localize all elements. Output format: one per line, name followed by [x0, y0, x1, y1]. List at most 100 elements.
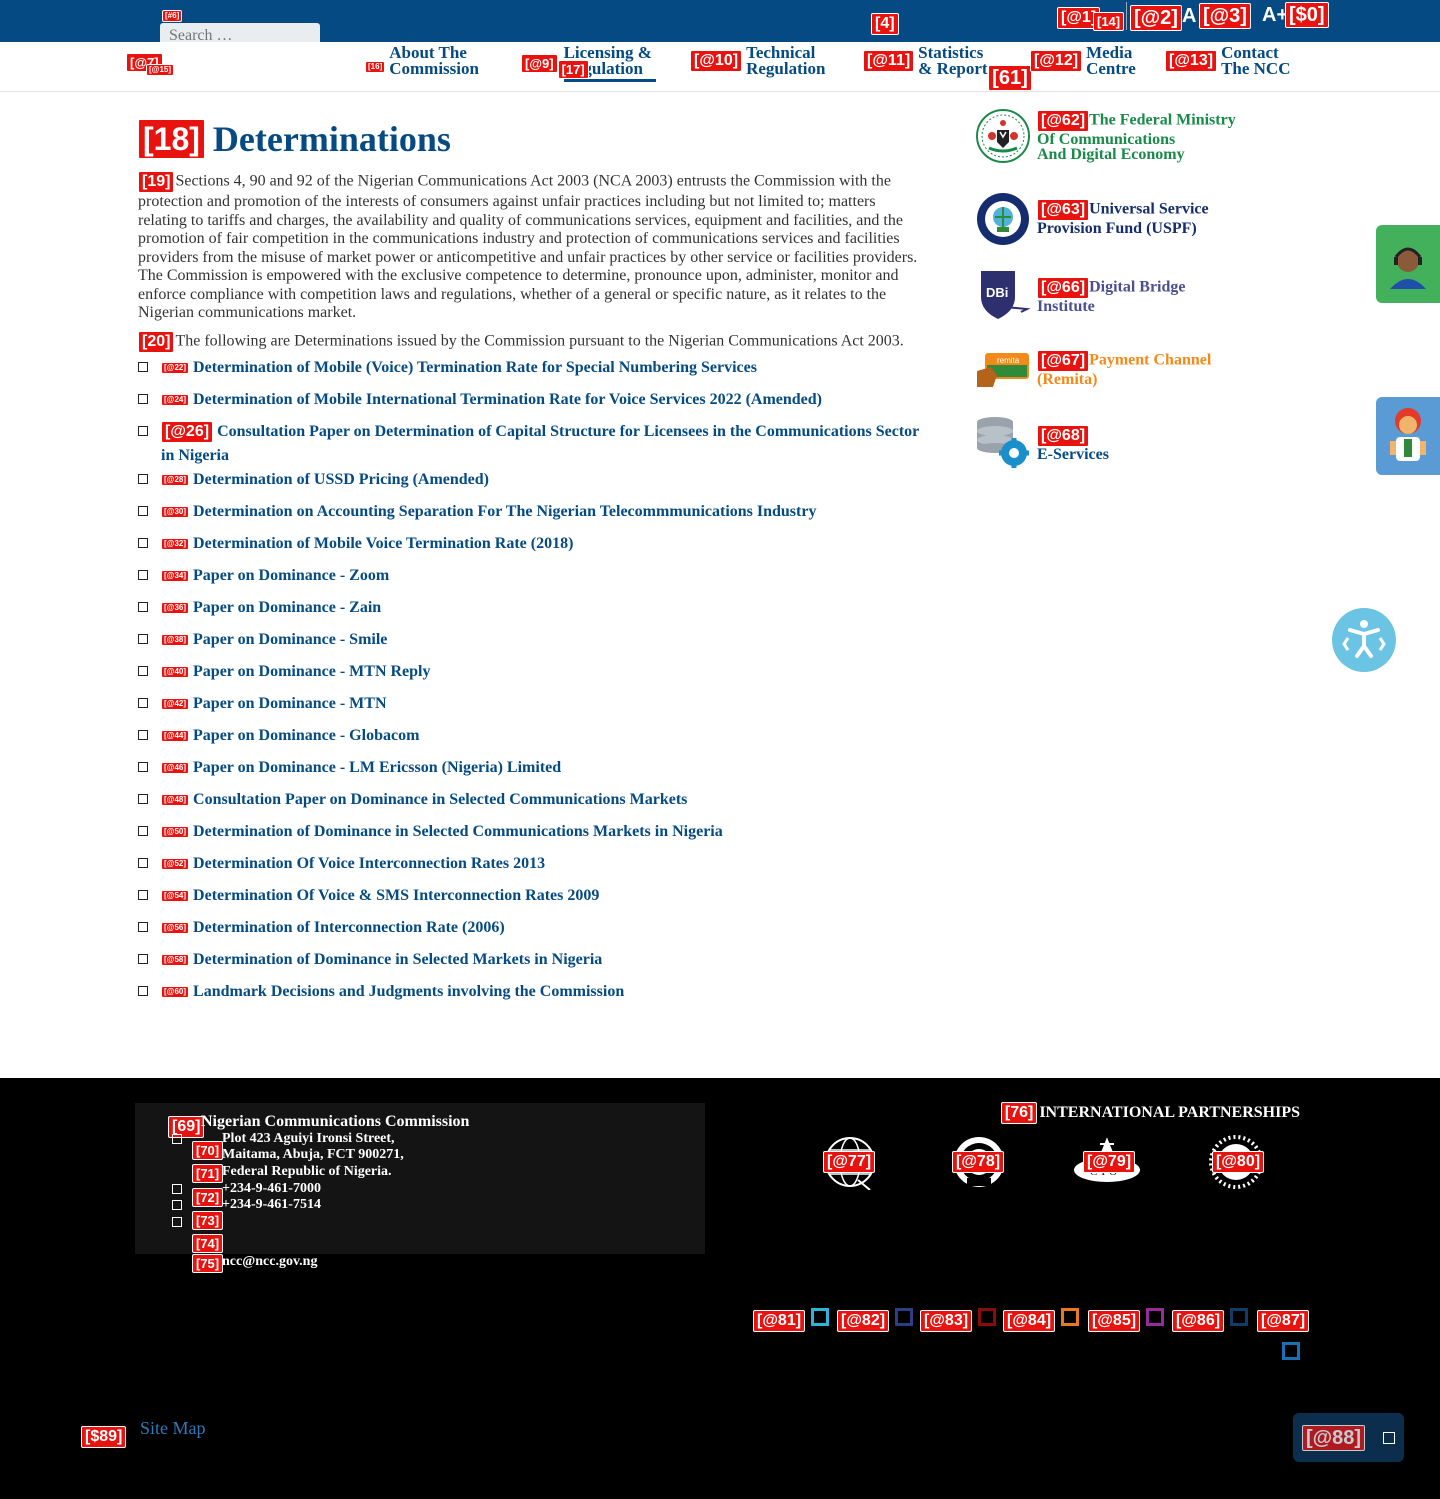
determination-link[interactable]: [@24] Determination of Mobile Internation…: [161, 388, 822, 412]
partner-itu-tag: [@77]: [823, 1151, 876, 1173]
determination-tag: [@44]: [161, 730, 190, 743]
page-title: [18] Determinations: [138, 118, 451, 160]
determination-link[interactable]: [@32] Determination of Mobile Voice Termi…: [161, 532, 573, 556]
sidebar-remita-line1: Payment Channel: [1089, 351, 1212, 369]
back-to-top-button[interactable]: [@88]: [1293, 1413, 1404, 1462]
determination-tag: [@24]: [161, 394, 190, 407]
determination-link[interactable]: [@50] Determination of Dominance in Selec…: [161, 820, 723, 844]
sidebar-ministry-line3: And Digital Economy: [1037, 146, 1185, 163]
nav-technical[interactable]: [@10] Technical Regulation: [690, 44, 846, 77]
determination-link[interactable]: [@38] Paper on Dominance - Smile: [161, 628, 387, 652]
font-reset-button[interactable]: [@2]: [1130, 5, 1182, 31]
determination-link[interactable]: [@52] Determination Of Voice Interconnect…: [161, 852, 545, 876]
social-link[interactable]: [@82]: [837, 1308, 914, 1332]
sidebar-dbi-tag: [@66]: [1037, 277, 1090, 299]
bullet-icon: [138, 506, 148, 516]
bullet-icon: [138, 426, 148, 436]
determination-tag: [@58]: [161, 954, 190, 967]
nav-about[interactable]: [16] About The Commission: [365, 44, 499, 77]
determination-link[interactable]: [@26] Consultation Paper on Determination…: [161, 420, 928, 468]
sidebar-link-uspf[interactable]: [@63] Universal Service Provision Fund (U…: [975, 191, 1209, 247]
social-link[interactable]: [@83]: [920, 1308, 997, 1332]
sidebar-link-ministry[interactable]: [@62] The Federal Ministry Of Communicati…: [975, 108, 1236, 164]
accessibility-button[interactable]: [1332, 608, 1396, 672]
svg-text:DBi: DBi: [986, 285, 1008, 300]
partner-atu[interactable]: [@78]: [951, 1134, 1007, 1195]
determination-title: Paper on Dominance - LM Ericsson (Nigeri…: [193, 759, 562, 776]
nav-contact[interactable]: [@13] Contact The NCC: [1165, 44, 1311, 78]
footer-tag-74: [74]: [192, 1234, 224, 1253]
nav-media[interactable]: [@12] Media Centre: [1030, 44, 1156, 78]
social-link[interactable]: [@87]: [1257, 1310, 1310, 1332]
bullet-icon: [138, 474, 148, 484]
social-link-tag: [@82]: [837, 1310, 890, 1332]
determination-link[interactable]: [@36] Paper on Dominance - Zain: [161, 596, 381, 620]
sitemap-link[interactable]: Site Map: [140, 1418, 206, 1439]
determination-link[interactable]: [@48] Consultation Paper on Dominance in …: [161, 788, 687, 812]
partners-tag: [76]: [1000, 1102, 1038, 1124]
contrast-toggle[interactable]: [$0]: [1285, 2, 1329, 28]
determination-tag: [@52]: [161, 858, 190, 871]
social-link[interactable]: [@85]: [1088, 1308, 1165, 1332]
social-link[interactable]: [@84]: [1003, 1308, 1080, 1332]
sidebar-link-eservices[interactable]: [@68] E-Services: [975, 416, 1109, 472]
list-item: [@38] Paper on Dominance - Smile: [138, 628, 928, 660]
nav-licensing-tag: [@9]: [521, 54, 558, 73]
determination-link[interactable]: [@54] Determination Of Voice & SMS Interc…: [161, 884, 599, 908]
bullet-icon: [138, 538, 148, 548]
determination-link[interactable]: [@46] Paper on Dominance - LM Ericsson (N…: [161, 756, 561, 780]
determination-link[interactable]: [@34] Paper on Dominance - Zoom: [161, 564, 389, 588]
mascot-tab[interactable]: [1376, 397, 1440, 475]
determination-tag: [@54]: [161, 890, 190, 903]
sidebar-dbi-line1: Digital Bridge: [1089, 278, 1186, 296]
partners-title-text: INTERNATIONAL PARTNERSHIPS: [1039, 1104, 1300, 1121]
social-link-tag: [@86]: [1172, 1310, 1225, 1332]
nav-media-line2: Centre: [1086, 59, 1136, 78]
uspf-logo-icon: [977, 193, 1029, 245]
logo-tag-small: [@15]: [146, 64, 175, 76]
partner-cto[interactable]: C T O [@79]: [1072, 1134, 1142, 1195]
determination-link[interactable]: [@60] Landmark Decisions and Judgments in…: [161, 980, 624, 1004]
list-item: [@60] Landmark Decisions and Judgments in…: [138, 980, 928, 1012]
determination-link[interactable]: [@44] Paper on Dominance - Globacom: [161, 724, 419, 748]
determination-link[interactable]: [@28] Determination of USSD Pricing (Amen…: [161, 468, 489, 492]
social-link[interactable]: [@81]: [753, 1308, 830, 1332]
bullet-icon: [138, 394, 148, 404]
determination-link[interactable]: [@42] Paper on Dominance - MTN: [161, 692, 387, 716]
determination-link[interactable]: [@30] Determination on Accounting Separat…: [161, 500, 816, 524]
list-intro-text: The following are Determinations issued …: [175, 332, 904, 350]
determination-title: Determination of Mobile Voice Terminatio…: [193, 535, 574, 552]
font-increase-button[interactable]: [@3]: [1199, 3, 1251, 29]
partners-heading: [76] INTERNATIONAL PARTNERSHIPS: [1000, 1102, 1300, 1124]
nav-about-tag: [16]: [365, 61, 386, 73]
determination-title: Paper on Dominance - MTN: [193, 695, 387, 712]
determination-tag: [@30]: [161, 506, 190, 519]
nav-contact-line2: The NCC: [1221, 59, 1291, 78]
footer-phone-tag: [72]: [192, 1188, 224, 1207]
list-item: [@48] Consultation Paper on Dominance in …: [138, 788, 928, 820]
sidebar-link-dbi[interactable]: DBi [@66] Digital Bridge Institute: [975, 267, 1186, 323]
determination-link[interactable]: [@22] Determination of Mobile (Voice) Ter…: [161, 356, 757, 380]
back-to-top-tag: [@88]: [1301, 1424, 1366, 1451]
page-heading: Determinations: [212, 119, 451, 159]
determinations-list: [@22] Determination of Mobile (Voice) Ter…: [138, 356, 928, 1012]
determination-link[interactable]: [@58] Determination of Dominance in Selec…: [161, 948, 602, 972]
accessibility-icon: [1342, 620, 1386, 658]
footer-email-link[interactable]: ncc@ncc.gov.ng: [222, 1254, 317, 1270]
determination-title: Consultation Paper on Determination of C…: [161, 423, 919, 464]
intro-tag: [19]: [138, 171, 175, 193]
social-icon: [811, 1308, 830, 1326]
social-icon[interactable]: [1282, 1342, 1300, 1360]
bullet-icon: [138, 922, 148, 932]
social-link[interactable]: [@86]: [1172, 1308, 1249, 1332]
nav-licensing[interactable]: [@9] Licensing & Regulation [17]: [521, 44, 656, 82]
sidebar-link-remita[interactable]: remita [@67] Payment Channel (Remita): [975, 345, 1211, 401]
determination-link[interactable]: [@56] Determination of Interconnection Ra…: [161, 916, 505, 940]
database-gear-icon: [977, 417, 1029, 468]
nav-statistics[interactable]: [@11] Statistics & Reports [61]: [863, 44, 1032, 91]
support-agent-tab[interactable]: [1376, 225, 1440, 303]
partner-wati[interactable]: [@80]: [1208, 1134, 1265, 1195]
determination-link[interactable]: [@40] Paper on Dominance - MTN Reply: [161, 660, 431, 684]
partner-itu[interactable]: [@77]: [822, 1134, 878, 1195]
footer-phone-2: +234-9-461-7514: [222, 1197, 321, 1212]
